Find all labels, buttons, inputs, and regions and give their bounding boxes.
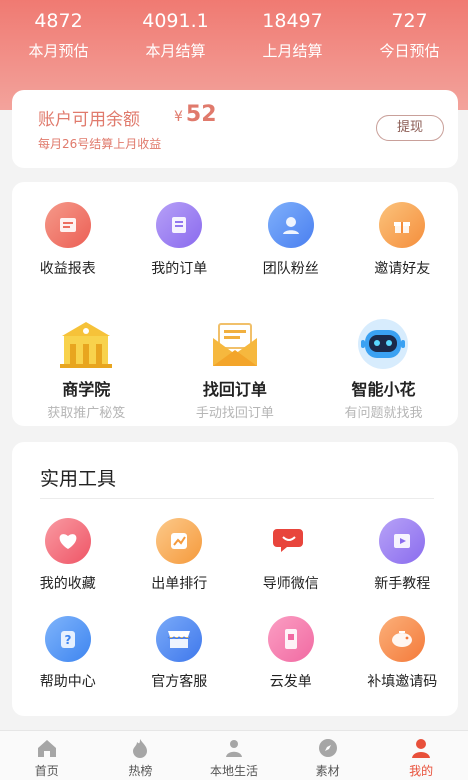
stat-label: 本月结算 <box>145 42 206 60</box>
stat-value: 18497 <box>262 10 323 32</box>
balance-subtitle: 每月26号结算上月收益 <box>38 137 162 151</box>
report-icon <box>44 202 91 248</box>
menu-item-subtitle: 获取推广秘笈 <box>47 406 126 421</box>
phone-icon <box>267 616 314 662</box>
menu-item-my-orders[interactable]: 我的订单 <box>124 202 236 278</box>
svg-text:?: ? <box>64 633 71 647</box>
tools-row: 我的收藏 出单排行 导师微信 新手教程 <box>12 518 458 593</box>
menu-item-recover-order[interactable]: 找回订单 手动找回订单 <box>161 316 310 421</box>
stat-month-settled[interactable]: 4091.1 本月结算 <box>117 8 234 72</box>
stat-label: 今日预估 <box>379 42 440 60</box>
academy-icon <box>56 316 116 372</box>
compass-icon <box>317 737 339 759</box>
piggy-icon <box>379 616 426 662</box>
menu-row: 收益报表 我的订单 团队粉丝 邀请好友 <box>12 202 458 278</box>
menu-item-earnings-report[interactable]: 收益报表 <box>12 202 124 278</box>
menu-item-label: 智能小花 <box>351 380 416 399</box>
menu-item-subtitle: 手动找回订单 <box>195 406 274 421</box>
tool-item-label: 帮助中心 <box>39 674 96 690</box>
stat-value: 727 <box>391 10 428 32</box>
tab-local-life[interactable]: 本地生活 <box>187 731 281 780</box>
ranking-icon <box>156 518 203 564</box>
menu-item-label: 收益报表 <box>39 261 96 277</box>
tool-item-order-ranking[interactable]: 出单排行 <box>124 518 236 593</box>
tools-title: 实用工具 <box>40 468 117 490</box>
balance-amount: ¥52 <box>174 102 217 127</box>
tool-item-help-center[interactable]: ? 帮助中心 <box>12 616 124 691</box>
menu-item-academy[interactable]: 商学院 获取推广秘笈 <box>12 316 161 421</box>
home-icon <box>36 737 58 759</box>
stat-label: 本月预估 <box>28 42 89 60</box>
currency-symbol: ¥ <box>174 109 183 125</box>
tab-materials[interactable]: 素材 <box>281 731 375 780</box>
balance-card: 账户可用余额 ¥52 每月26号结算上月收益 提现 <box>12 90 458 168</box>
tool-item-label: 导师微信 <box>262 576 319 592</box>
tool-item-label: 出单排行 <box>151 576 208 592</box>
user-icon <box>410 737 432 759</box>
menu-row-featured: 商学院 获取推广秘笈 找回订单 手动找回订单 智能小花 有问题就找我 <box>12 316 458 421</box>
gift-icon <box>379 202 426 248</box>
bottom-tab-bar: 首页 热榜 本地生活 素材 我的 <box>0 730 468 780</box>
menu-item-invite-friends[interactable]: 邀请好友 <box>347 202 459 278</box>
tab-mine[interactable]: 我的 <box>374 731 468 780</box>
tool-item-label: 云发单 <box>269 674 312 690</box>
robot-icon <box>353 316 413 372</box>
stat-month-estimate[interactable]: 4872 本月预估 <box>0 8 117 72</box>
tab-hot-list[interactable]: 热榜 <box>94 731 188 780</box>
menu-item-label: 商学院 <box>62 380 111 399</box>
tab-label: 我的 <box>409 764 434 778</box>
withdraw-button[interactable]: 提现 <box>376 115 444 141</box>
tab-label: 本地生活 <box>209 764 258 778</box>
tool-item-cloud-publish[interactable]: 云发单 <box>235 616 347 691</box>
menu-item-team-fans[interactable]: 团队粉丝 <box>235 202 347 278</box>
stat-today-estimate[interactable]: 727 今日预估 <box>351 8 468 72</box>
tab-label: 热榜 <box>128 764 153 778</box>
tools-divider <box>40 498 434 499</box>
tool-item-mentor-wechat[interactable]: 导师微信 <box>235 518 347 593</box>
store-icon <box>156 616 203 662</box>
tool-item-label: 新手教程 <box>374 576 431 592</box>
balance-title: 账户可用余额 <box>38 110 140 130</box>
tool-item-beginner-tutorial[interactable]: 新手教程 <box>347 518 459 593</box>
tool-item-favorites[interactable]: 我的收藏 <box>12 518 124 593</box>
tab-home[interactable]: 首页 <box>0 731 94 780</box>
stat-value: 4872 <box>34 10 83 32</box>
stat-value: 4091.1 <box>142 10 209 32</box>
tool-item-fill-invite-code[interactable]: 补填邀请码 <box>347 616 459 691</box>
stat-label: 上月结算 <box>262 42 323 60</box>
tool-item-label: 补填邀请码 <box>367 674 438 690</box>
help-icon: ? <box>44 616 91 662</box>
tool-item-label: 我的收藏 <box>39 576 96 592</box>
stat-last-month-settled[interactable]: 18497 上月结算 <box>234 8 351 72</box>
video-icon <box>379 518 426 564</box>
tools-card: 实用工具 我的收藏 出单排行 导师微信 新手教程 ? 帮助中心 官方客服 云发单… <box>12 442 458 716</box>
tool-item-label: 官方客服 <box>151 674 208 690</box>
fire-icon <box>129 737 151 759</box>
balance-value: 52 <box>185 102 217 127</box>
envelope-icon <box>205 316 265 372</box>
menu-item-label: 邀请好友 <box>374 261 431 277</box>
menu-item-subtitle: 有问题就找我 <box>344 406 423 421</box>
feature-menu: 收益报表 我的订单 团队粉丝 邀请好友 商学院 获取推广秘笈 找回订单 手动找回… <box>12 182 458 426</box>
menu-item-label: 我的订单 <box>151 261 208 277</box>
tab-label: 素材 <box>315 764 340 778</box>
menu-item-label: 找回订单 <box>202 380 267 399</box>
location-icon <box>223 737 245 759</box>
earnings-stats: 4872 本月预估 4091.1 本月结算 18497 上月结算 727 今日预… <box>0 8 468 72</box>
menu-item-label: 团队粉丝 <box>262 261 319 277</box>
menu-item-smart-assistant[interactable]: 智能小花 有问题就找我 <box>309 316 458 421</box>
team-icon <box>267 202 314 248</box>
chat-icon <box>267 518 314 564</box>
tools-row: ? 帮助中心 官方客服 云发单 补填邀请码 <box>12 616 458 691</box>
tab-label: 首页 <box>34 764 59 778</box>
tool-item-official-service[interactable]: 官方客服 <box>124 616 236 691</box>
heart-icon <box>44 518 91 564</box>
order-icon <box>156 202 203 248</box>
